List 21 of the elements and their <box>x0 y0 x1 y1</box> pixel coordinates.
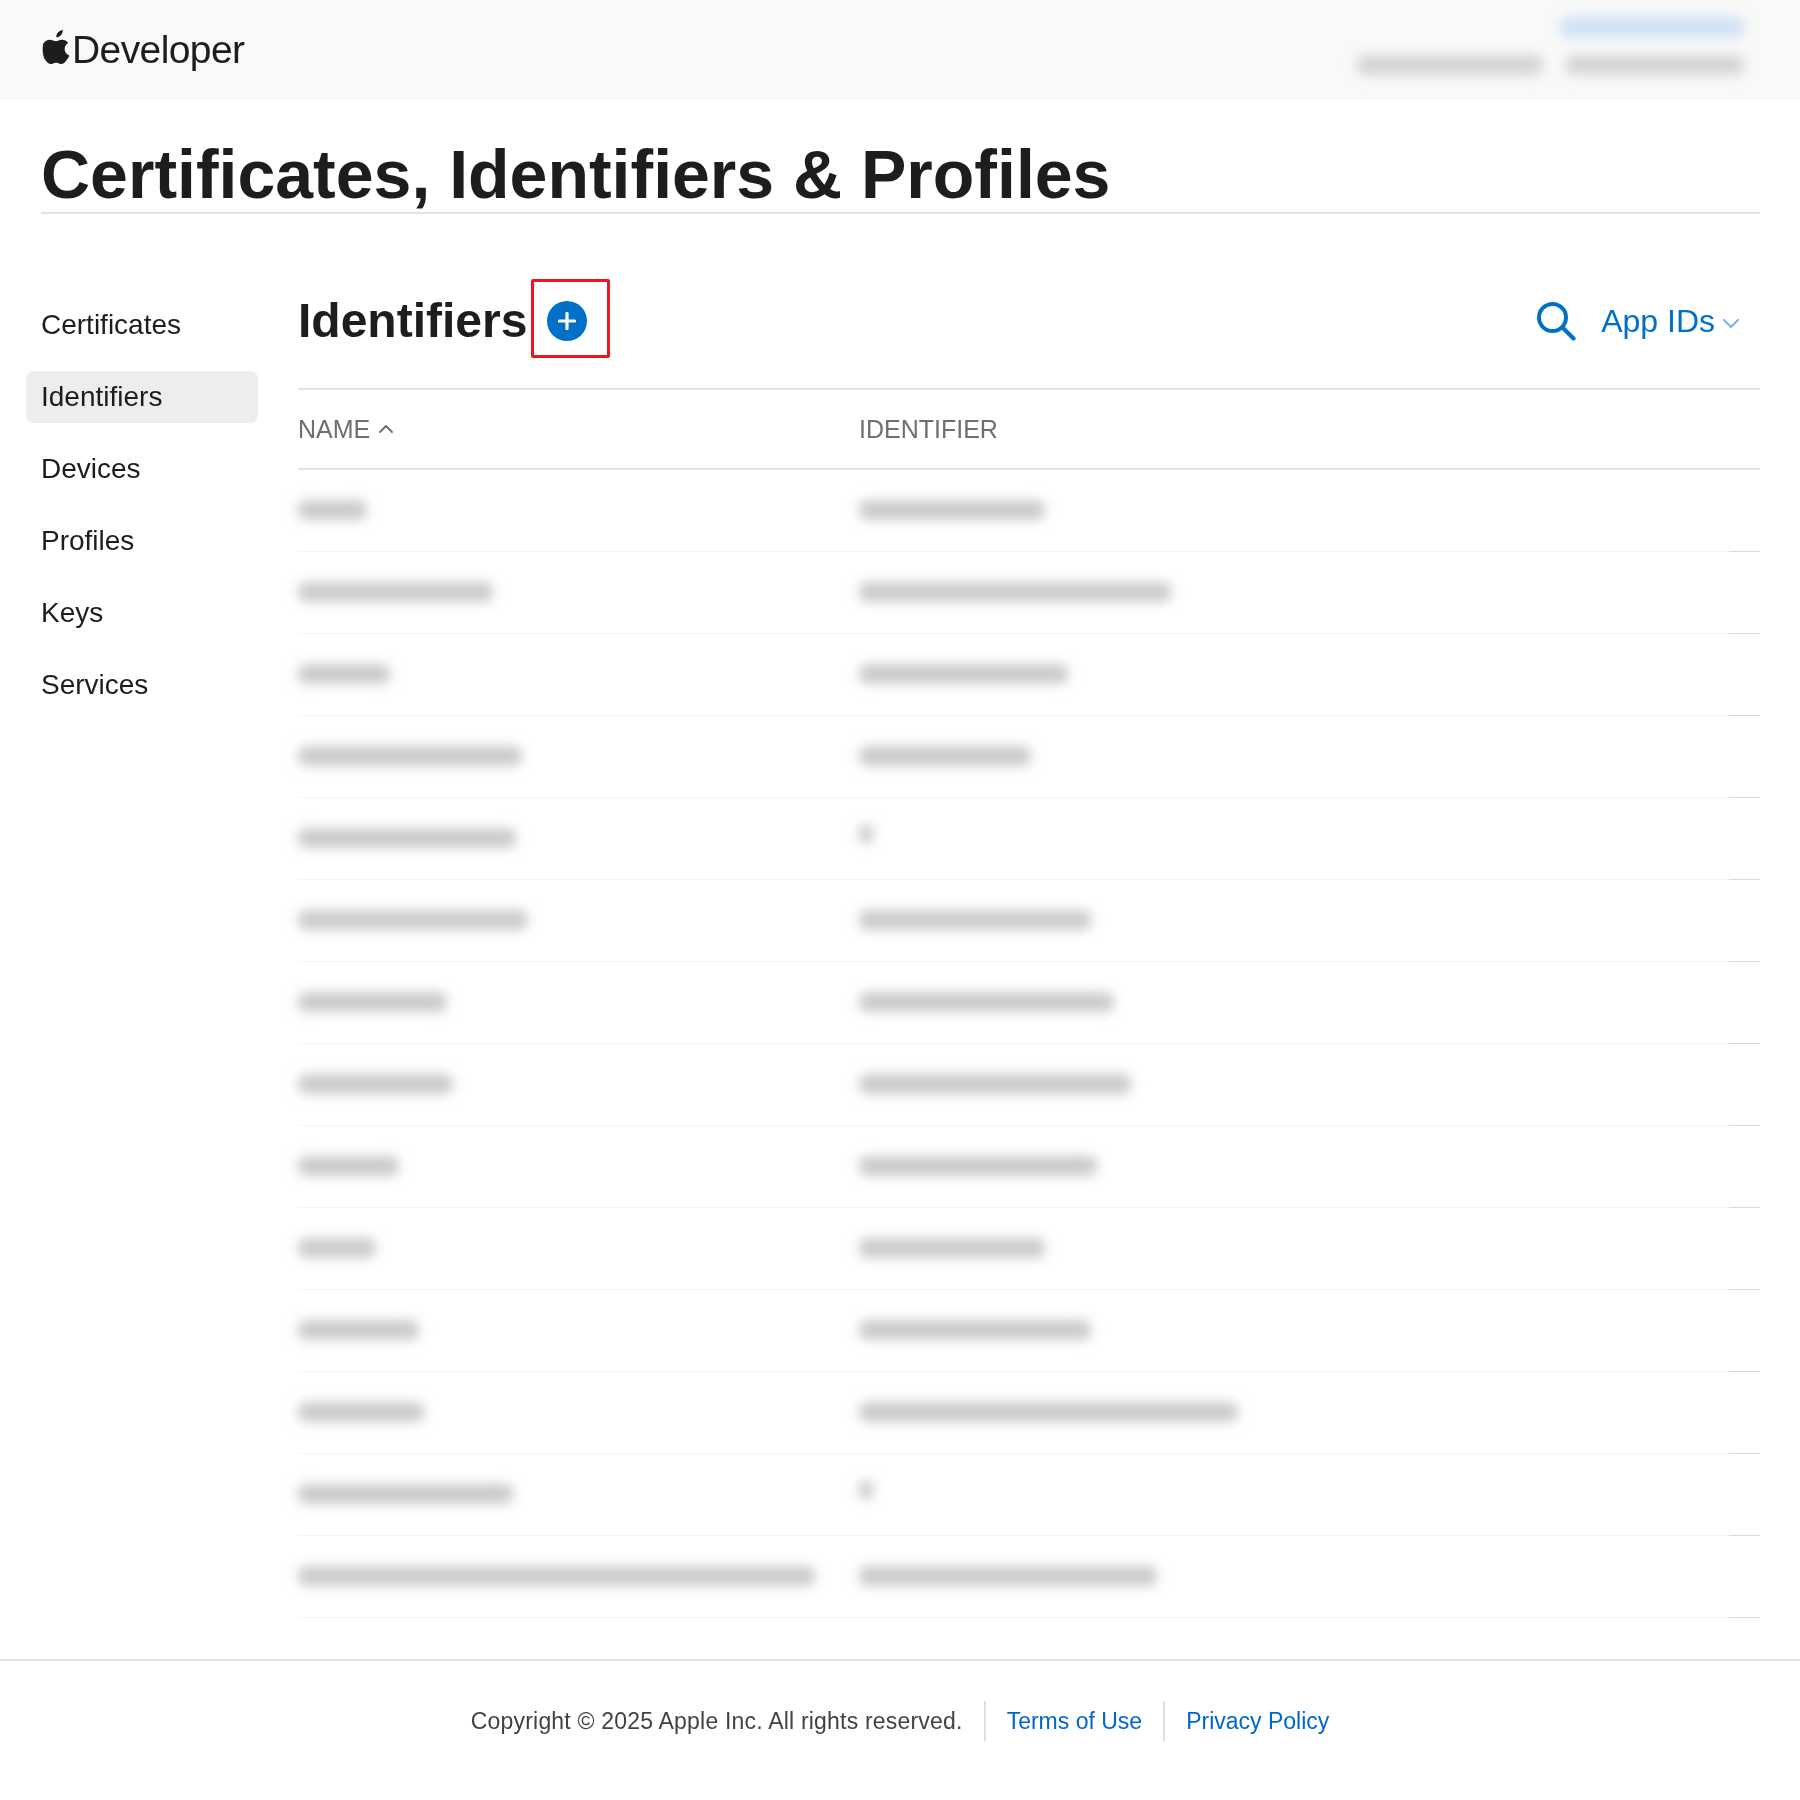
plus-icon <box>558 311 577 330</box>
footer-link[interactable]: Terms of Use <box>1006 1703 1143 1738</box>
developer-logo-link[interactable]: Developer <box>42 27 245 73</box>
sidebar-item[interactable]: Devices <box>26 442 258 495</box>
sidebar-item[interactable]: Services <box>26 658 258 711</box>
apple-icon <box>42 30 70 64</box>
sidebar-item[interactable]: Keys <box>26 586 258 639</box>
app-ids-dropdown[interactable]: App IDs <box>1601 301 1739 340</box>
sidebar-item[interactable]: Certificates <box>26 298 258 351</box>
section-title: Identifiers <box>298 292 528 349</box>
chevron-down-icon <box>1723 319 1739 329</box>
sidebar-item[interactable]: Identifiers <box>26 370 258 423</box>
column-header[interactable]: NAME <box>298 413 394 444</box>
footer-link[interactable]: Privacy Policy <box>1186 1703 1330 1738</box>
copyright-text: Copyright © 2025 Apple Inc. All rights reserved. <box>470 1706 963 1736</box>
search-icon <box>1536 300 1577 341</box>
search-button[interactable] <box>1536 300 1577 341</box>
sidebar-item[interactable]: Profiles <box>26 514 258 567</box>
column-header[interactable]: IDENTIFIER <box>859 413 998 444</box>
add-button[interactable] <box>547 300 588 341</box>
page-title: Certificates, Identifiers & Profiles <box>41 135 1111 212</box>
